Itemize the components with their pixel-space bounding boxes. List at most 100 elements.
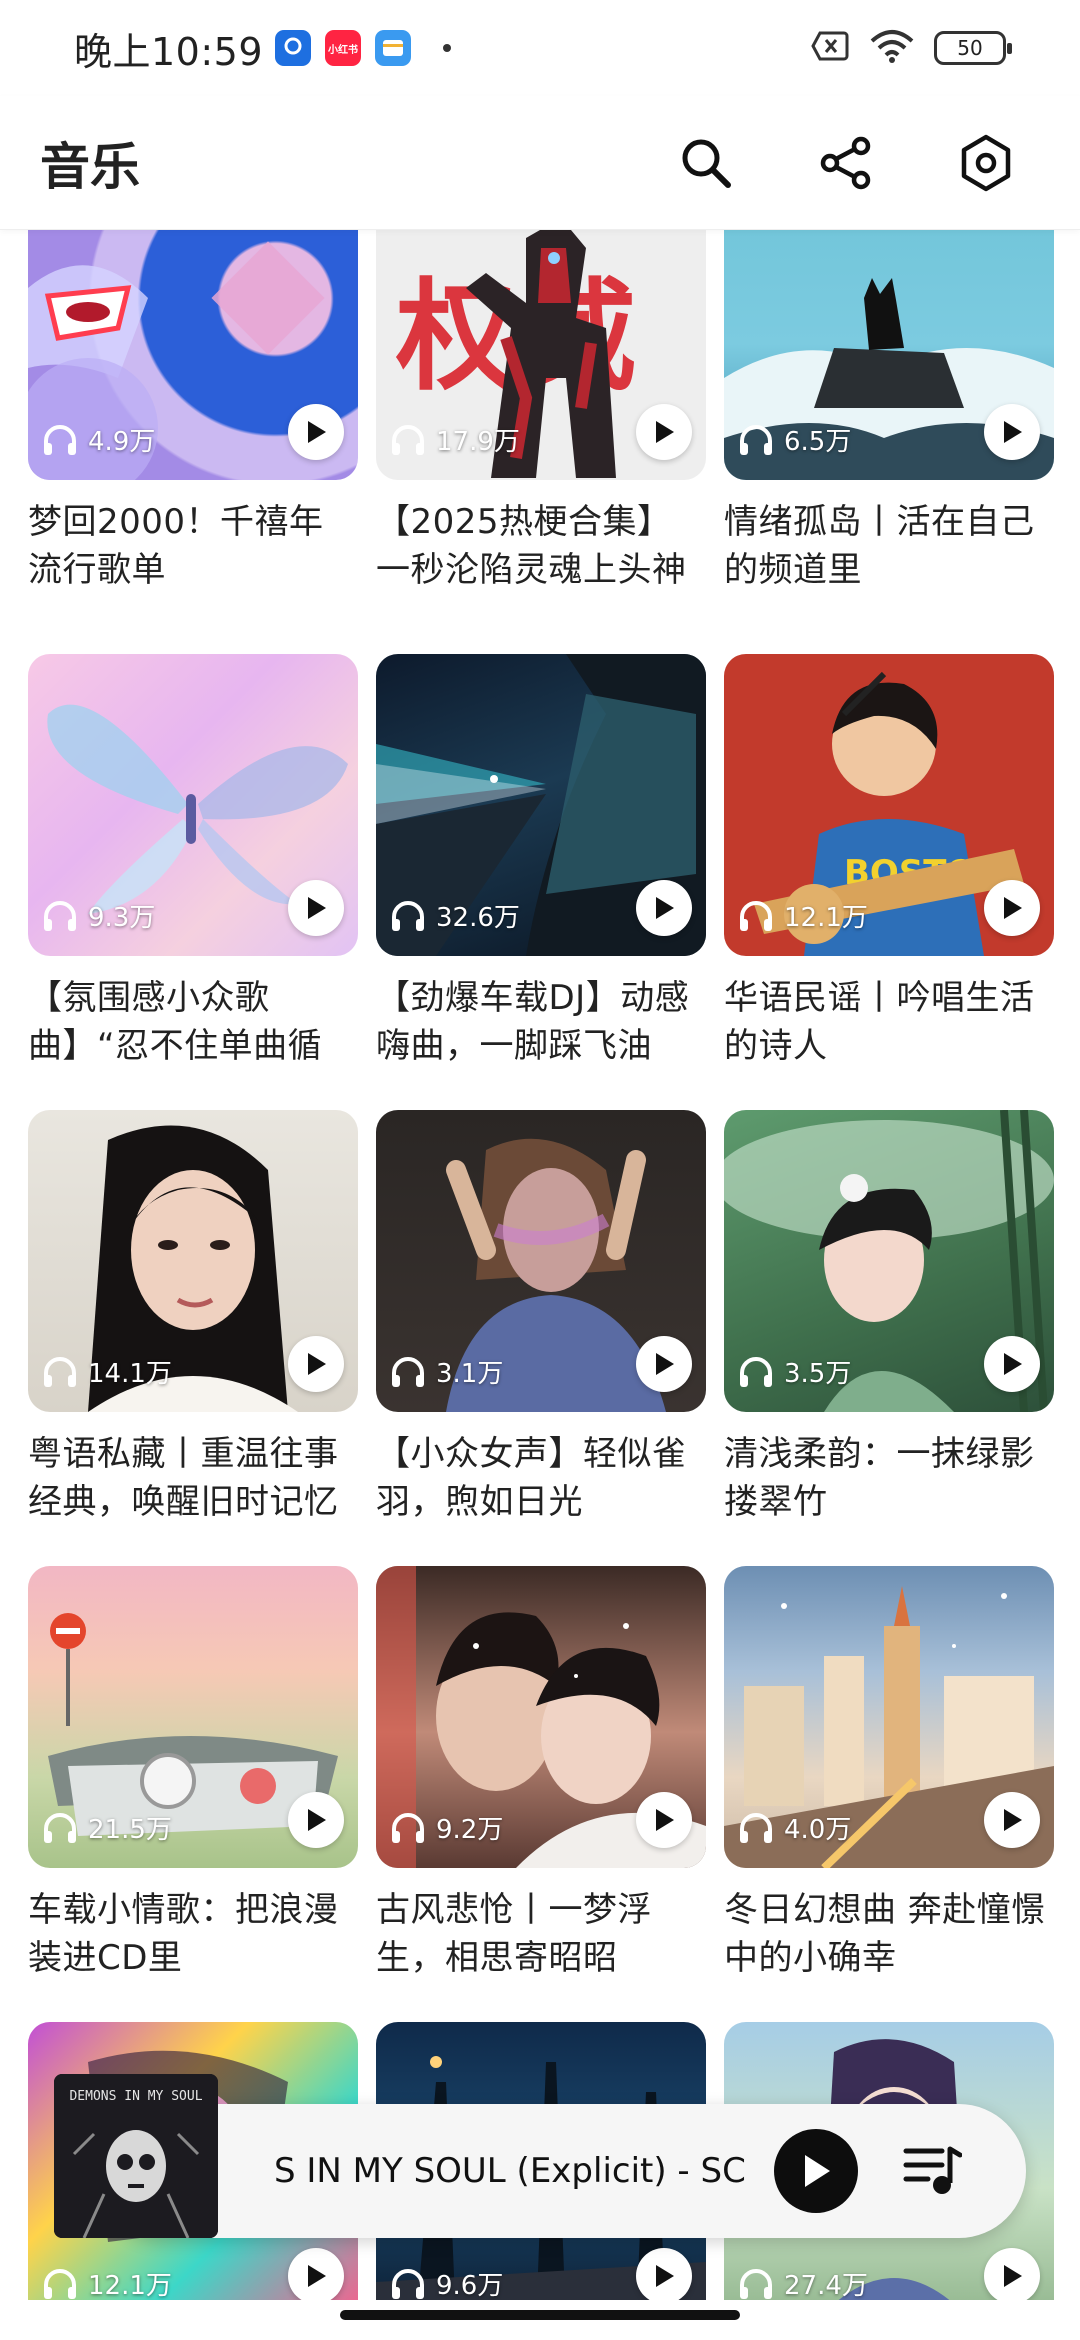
playlist-cover[interactable]: 6.5万 bbox=[724, 230, 1054, 480]
play-button[interactable] bbox=[288, 1792, 344, 1848]
play-button[interactable] bbox=[636, 1792, 692, 1848]
playlist-cover[interactable]: BOSTO 12.1万 bbox=[724, 654, 1054, 956]
play-count-text: 9.2万 bbox=[436, 1815, 504, 1845]
search-icon bbox=[682, 139, 731, 188]
playlist-card[interactable]: 4.9万 梦回2000！千禧年流行歌单 bbox=[28, 230, 358, 594]
play-button[interactable] bbox=[984, 1792, 1040, 1848]
play-button[interactable] bbox=[636, 404, 692, 460]
playlist-title[interactable]: 古风悲怆丨一梦浮生，相思寄昭昭 bbox=[376, 1886, 706, 1982]
playlist-title[interactable]: 【2025热梗合集】一秒沦陷灵魂上头神 bbox=[376, 498, 706, 594]
no-sim-icon bbox=[810, 30, 850, 66]
play-count-text: 12.1万 bbox=[88, 2271, 172, 2300]
playlist-card[interactable]: 6.5万 情绪孤岛丨活在自己的频道里 bbox=[724, 230, 1054, 594]
settings-button[interactable] bbox=[946, 123, 1026, 203]
play-count: 4.0万 bbox=[738, 1809, 851, 1846]
share-icon bbox=[820, 136, 871, 189]
playlist-cover[interactable]: 权威 17.9万 bbox=[376, 230, 706, 480]
play-count-text: 9.3万 bbox=[88, 903, 156, 933]
playlist-cover[interactable]: 14.1万 bbox=[28, 1110, 358, 1412]
headphones-icon bbox=[44, 424, 76, 455]
mini-player[interactable]: DEMONS IN MY SOUL S IN MY SOUL (Explicit… bbox=[54, 2074, 1026, 2238]
playlist-title[interactable]: 粤语私藏丨重温往事经典，唤醒旧时记忆 bbox=[28, 1430, 358, 1526]
playlist-title[interactable]: 【小众女声】轻似雀羽，煦如日光 bbox=[376, 1430, 706, 1526]
play-icon bbox=[1004, 897, 1022, 919]
play-icon bbox=[1004, 2265, 1022, 2287]
headphones-icon bbox=[740, 900, 772, 931]
play-count: 12.1万 bbox=[42, 2265, 172, 2300]
headphones-icon bbox=[392, 2268, 424, 2299]
mini-player-track-title[interactable]: S IN MY SOUL (Explicit) - SC bbox=[274, 2104, 834, 2238]
play-button[interactable] bbox=[288, 2248, 344, 2300]
play-button[interactable] bbox=[636, 1336, 692, 1392]
status-bar: 晚上10:59 小红书 50 bbox=[0, 0, 1080, 96]
playlist-card[interactable]: 21.5万 车载小情歌：把浪漫装进CD里 bbox=[28, 1566, 358, 1982]
play-button[interactable] bbox=[636, 2248, 692, 2300]
playlist-title[interactable]: 情绪孤岛丨活在自己的频道里 bbox=[724, 498, 1054, 594]
share-button[interactable] bbox=[806, 123, 886, 203]
playlist-cover[interactable]: 9.2万 bbox=[376, 1566, 706, 1868]
play-icon bbox=[308, 1809, 326, 1831]
playlist-queue-button[interactable] bbox=[892, 2131, 972, 2211]
play-icon bbox=[308, 2265, 326, 2287]
playlist-card[interactable]: 14.1万 粤语私藏丨重温往事经典，唤醒旧时记忆 bbox=[28, 1110, 358, 1526]
more-notifications-dot bbox=[443, 44, 452, 52]
wifi-icon bbox=[870, 29, 914, 67]
play-button[interactable] bbox=[288, 1336, 344, 1392]
play-icon bbox=[656, 2265, 674, 2287]
play-button[interactable] bbox=[984, 880, 1040, 936]
playlist-title[interactable]: 梦回2000！千禧年流行歌单 bbox=[28, 498, 358, 594]
play-count-text: 4.9万 bbox=[88, 427, 156, 457]
playlist-title[interactable]: 清浅柔韵：一抹绿影搂翠竹 bbox=[724, 1430, 1054, 1526]
playlist-card[interactable]: 9.2万 古风悲怆丨一梦浮生，相思寄昭昭 bbox=[376, 1566, 706, 1982]
play-button[interactable] bbox=[636, 880, 692, 936]
play-button[interactable] bbox=[984, 2248, 1040, 2300]
headphones-icon bbox=[740, 1812, 772, 1843]
playlist-title[interactable]: 【氛围感小众歌曲】“忍不住单曲循环！” bbox=[28, 974, 358, 1070]
album-art-text: DEMONS IN MY SOUL bbox=[69, 2089, 202, 2104]
play-icon bbox=[656, 1353, 674, 1375]
playlist-cover[interactable]: 3.1万 bbox=[376, 1110, 706, 1412]
playlist-card[interactable]: 权威 17.9万 【2025热梗合集】一秒沦陷灵魂上头神 bbox=[376, 230, 706, 594]
play-button[interactable] bbox=[288, 404, 344, 460]
home-indicator[interactable] bbox=[340, 2310, 740, 2320]
play-icon bbox=[656, 1809, 674, 1831]
mini-player-album-art[interactable]: DEMONS IN MY SOUL bbox=[54, 2074, 218, 2238]
playlist-cover[interactable]: 4.9万 bbox=[28, 230, 358, 480]
playlist-card[interactable]: 9.3万 【氛围感小众歌曲】“忍不住单曲循环！” bbox=[28, 654, 358, 1070]
playlist-card[interactable]: 3.1万 【小众女声】轻似雀羽，煦如日光 bbox=[376, 1110, 706, 1526]
play-button[interactable] bbox=[984, 404, 1040, 460]
play-icon bbox=[308, 1353, 326, 1375]
play-count: 17.9万 bbox=[390, 421, 520, 458]
mini-player-play-button[interactable] bbox=[774, 2129, 858, 2213]
playlist-grid: 4.9万 梦回2000！千禧年流行歌单 权威 17.9万 bbox=[0, 230, 1080, 2300]
play-icon bbox=[308, 421, 326, 443]
play-button[interactable] bbox=[984, 1336, 1040, 1392]
playlist-title[interactable]: 冬日幻想曲 奔赴憧憬中的小确幸 bbox=[724, 1886, 1054, 1982]
playlist-cover[interactable]: 9.3万 bbox=[28, 654, 358, 956]
play-count: 3.5万 bbox=[738, 1353, 851, 1390]
play-count-text: 12.1万 bbox=[784, 903, 868, 933]
playlist-cover[interactable]: 21.5万 bbox=[28, 1566, 358, 1868]
headphones-icon bbox=[740, 2268, 772, 2299]
play-button[interactable] bbox=[288, 880, 344, 936]
play-count: 9.6万 bbox=[390, 2265, 503, 2300]
playlist-card[interactable]: BOSTO 12.1万 华语民谣丨吟唱生活的诗人 bbox=[724, 654, 1054, 1070]
play-count-text: 6.5万 bbox=[784, 427, 852, 457]
playlist-title[interactable]: 【劲爆车载DJ】动感嗨曲，一脚踩飞油 bbox=[376, 974, 706, 1070]
search-button[interactable] bbox=[666, 123, 746, 203]
playlist-card[interactable]: 4.0万 冬日幻想曲 奔赴憧憬中的小确幸 bbox=[724, 1566, 1054, 1982]
playlist-cover[interactable]: 3.5万 bbox=[724, 1110, 1054, 1412]
headphones-icon bbox=[740, 1356, 772, 1387]
playlist-card[interactable]: 32.6万 【劲爆车载DJ】动感嗨曲，一脚踩飞油 bbox=[376, 654, 706, 1070]
playlist-title[interactable]: 车载小情歌：把浪漫装进CD里 bbox=[28, 1886, 358, 1982]
playlist-title[interactable]: 华语民谣丨吟唱生活的诗人 bbox=[724, 974, 1054, 1070]
playlist-cover[interactable]: 4.0万 bbox=[724, 1566, 1054, 1868]
playlist-cover[interactable]: 32.6万 bbox=[376, 654, 706, 956]
play-count-text: 9.6万 bbox=[436, 2271, 504, 2300]
play-icon bbox=[1004, 1353, 1022, 1375]
play-icon bbox=[805, 2155, 830, 2187]
playlist-card[interactable]: 3.5万 清浅柔韵：一抹绿影搂翠竹 bbox=[724, 1110, 1054, 1526]
play-count-text: 17.9万 bbox=[436, 427, 520, 457]
play-count-text: 4.0万 bbox=[784, 1815, 852, 1845]
xiaohongshu-icon: 小红书 bbox=[325, 30, 362, 66]
